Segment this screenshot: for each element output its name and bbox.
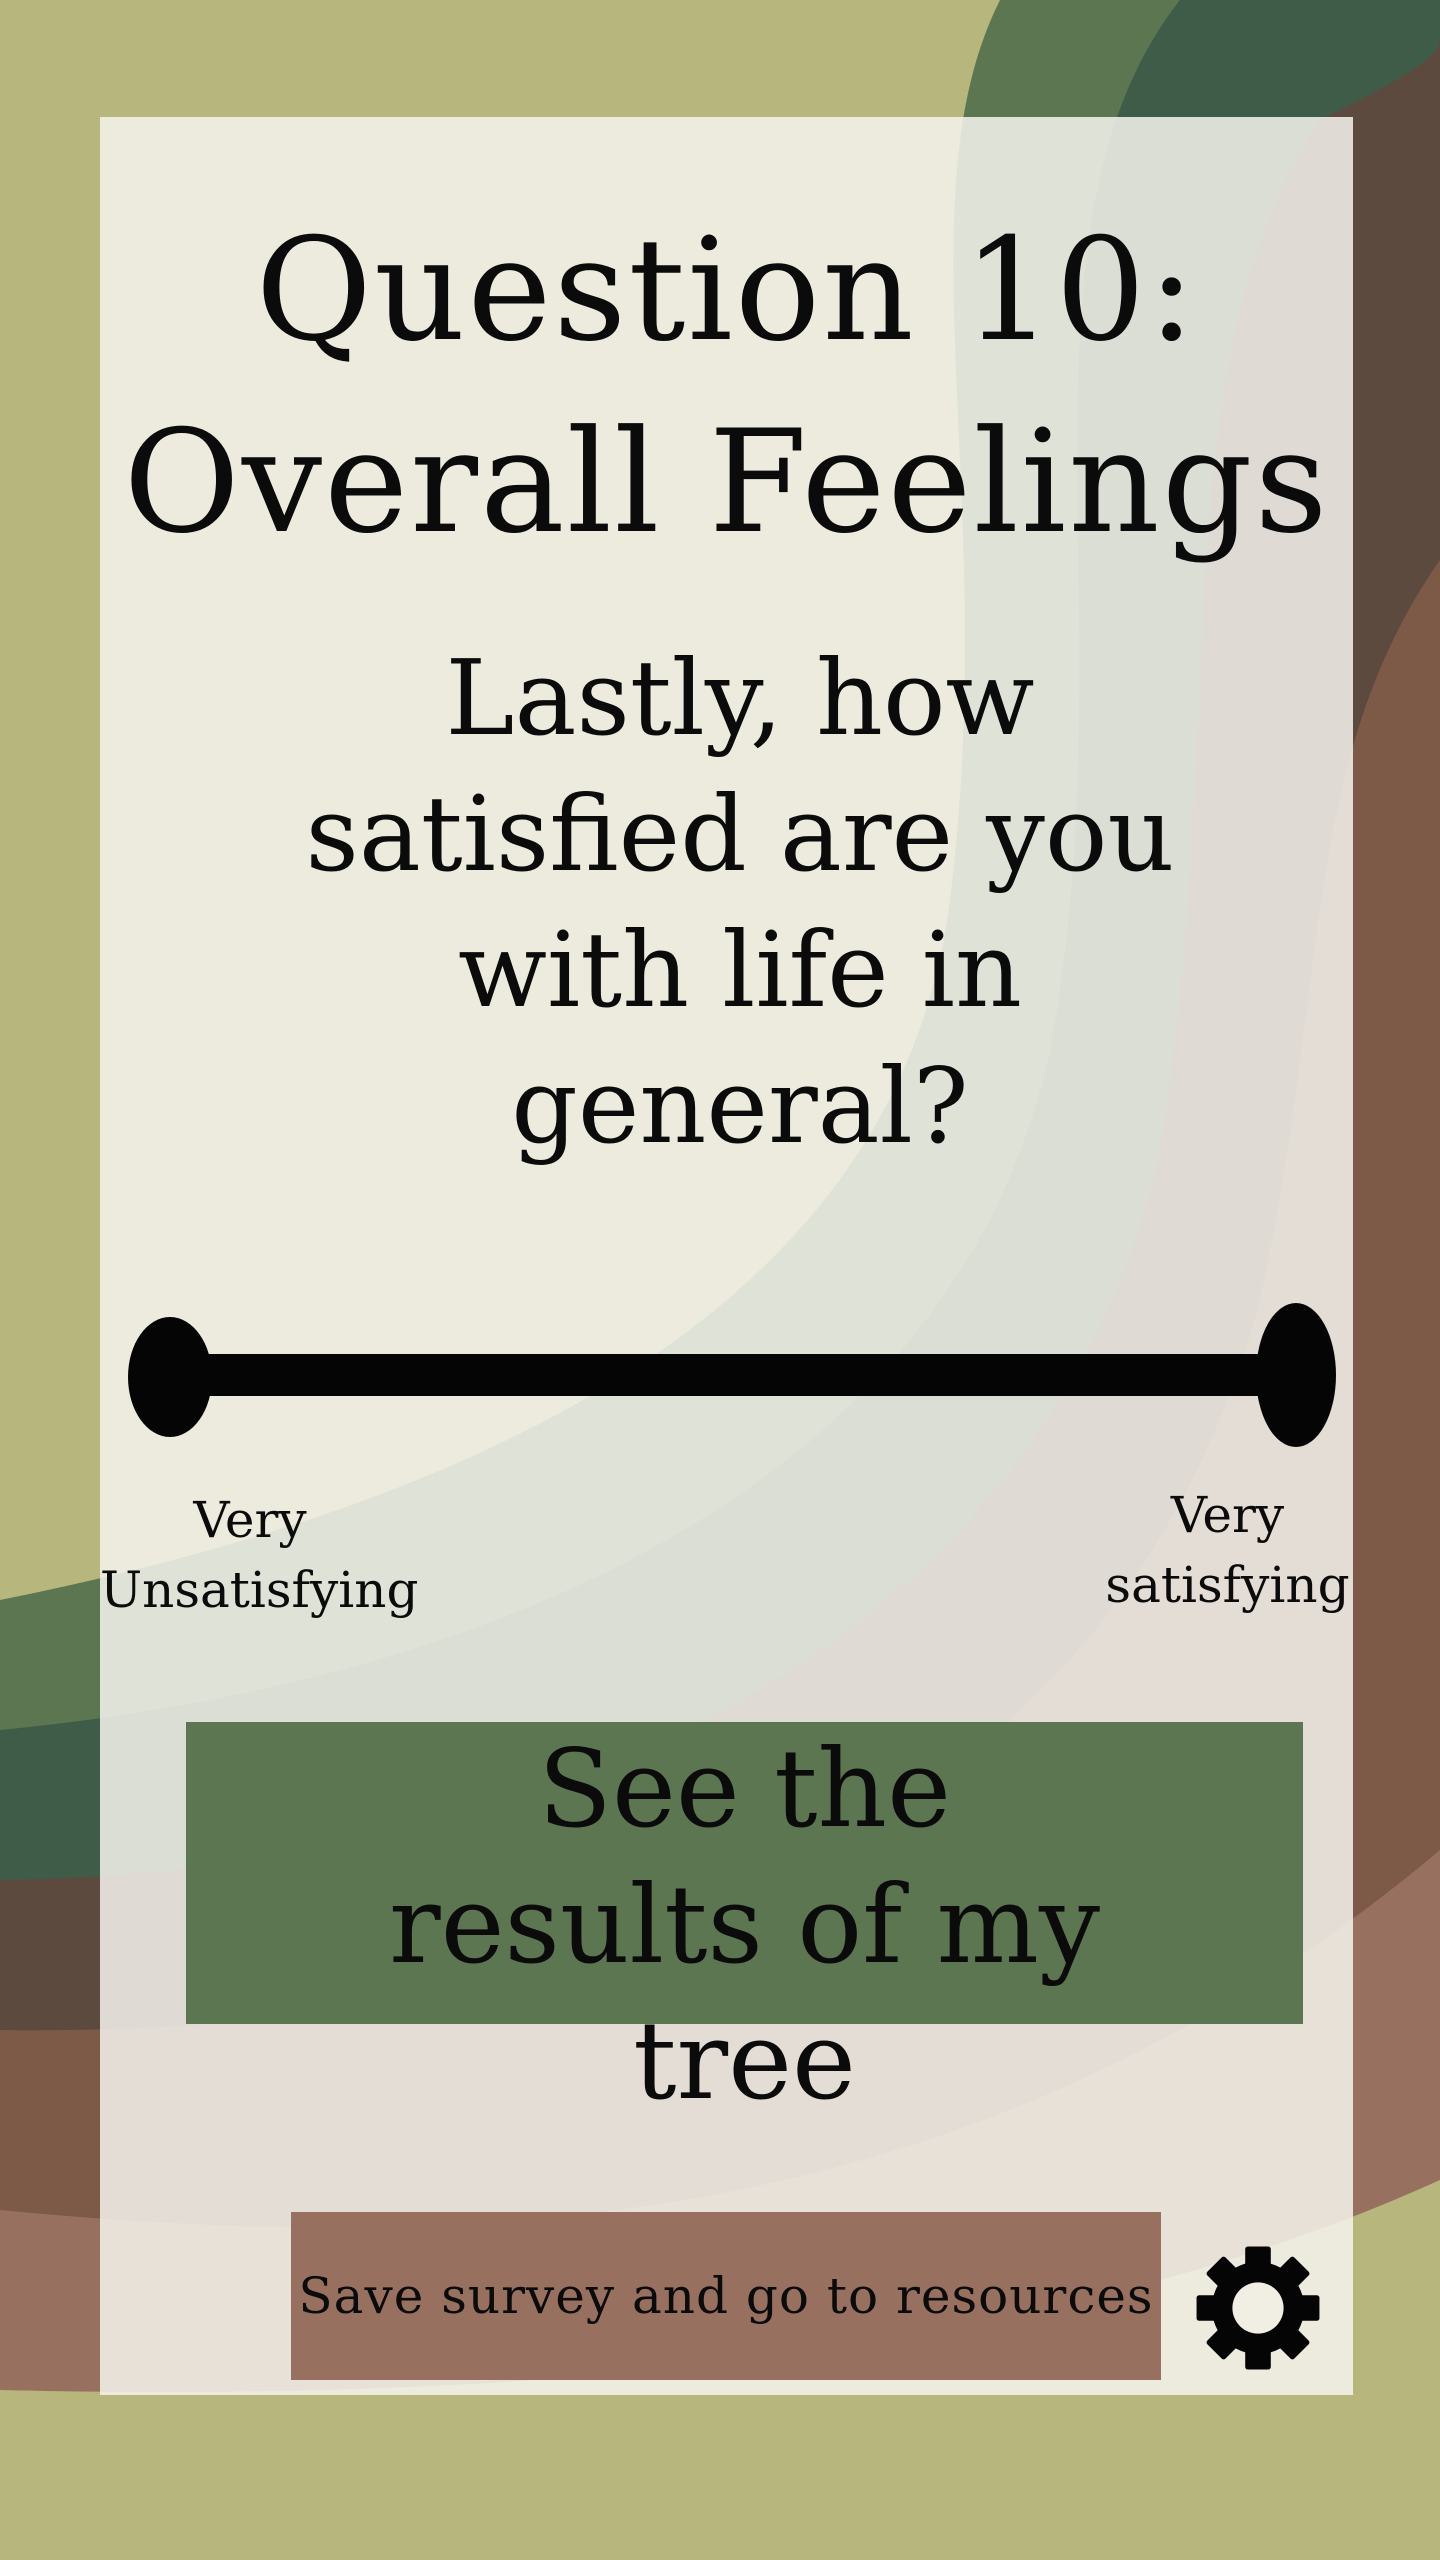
slider-min-handle[interactable] bbox=[128, 1317, 212, 1437]
see-results-button[interactable]: See the results of my tree bbox=[186, 1722, 1303, 2124]
page-title: Question 10: Overall Feelings bbox=[100, 195, 1353, 579]
scale-label-min: Very Unsatisfying bbox=[100, 1485, 419, 1625]
question-text: Lastly, how satisfied are you with life … bbox=[305, 637, 1175, 1167]
scale-label-min-line-1: Very bbox=[193, 1491, 307, 1549]
satisfaction-slider[interactable] bbox=[126, 1300, 1338, 1450]
save-survey-button[interactable]: Save survey and go to resources bbox=[291, 2212, 1161, 2380]
gear-icon[interactable] bbox=[1194, 2244, 1322, 2372]
scale-label-max-line-2: satisfying bbox=[1105, 1556, 1350, 1614]
title-line-2: Overall Feelings bbox=[123, 400, 1330, 565]
scale-label-max-line-1: Very bbox=[1170, 1486, 1285, 1544]
scale-label-min-line-2: Unsatisfying bbox=[100, 1561, 419, 1619]
slider-track[interactable] bbox=[166, 1354, 1306, 1396]
slider-max-handle[interactable] bbox=[1256, 1303, 1336, 1447]
scale-label-max: Very satisfying bbox=[1100, 1480, 1355, 1620]
title-line-1: Question 10: bbox=[255, 208, 1198, 373]
